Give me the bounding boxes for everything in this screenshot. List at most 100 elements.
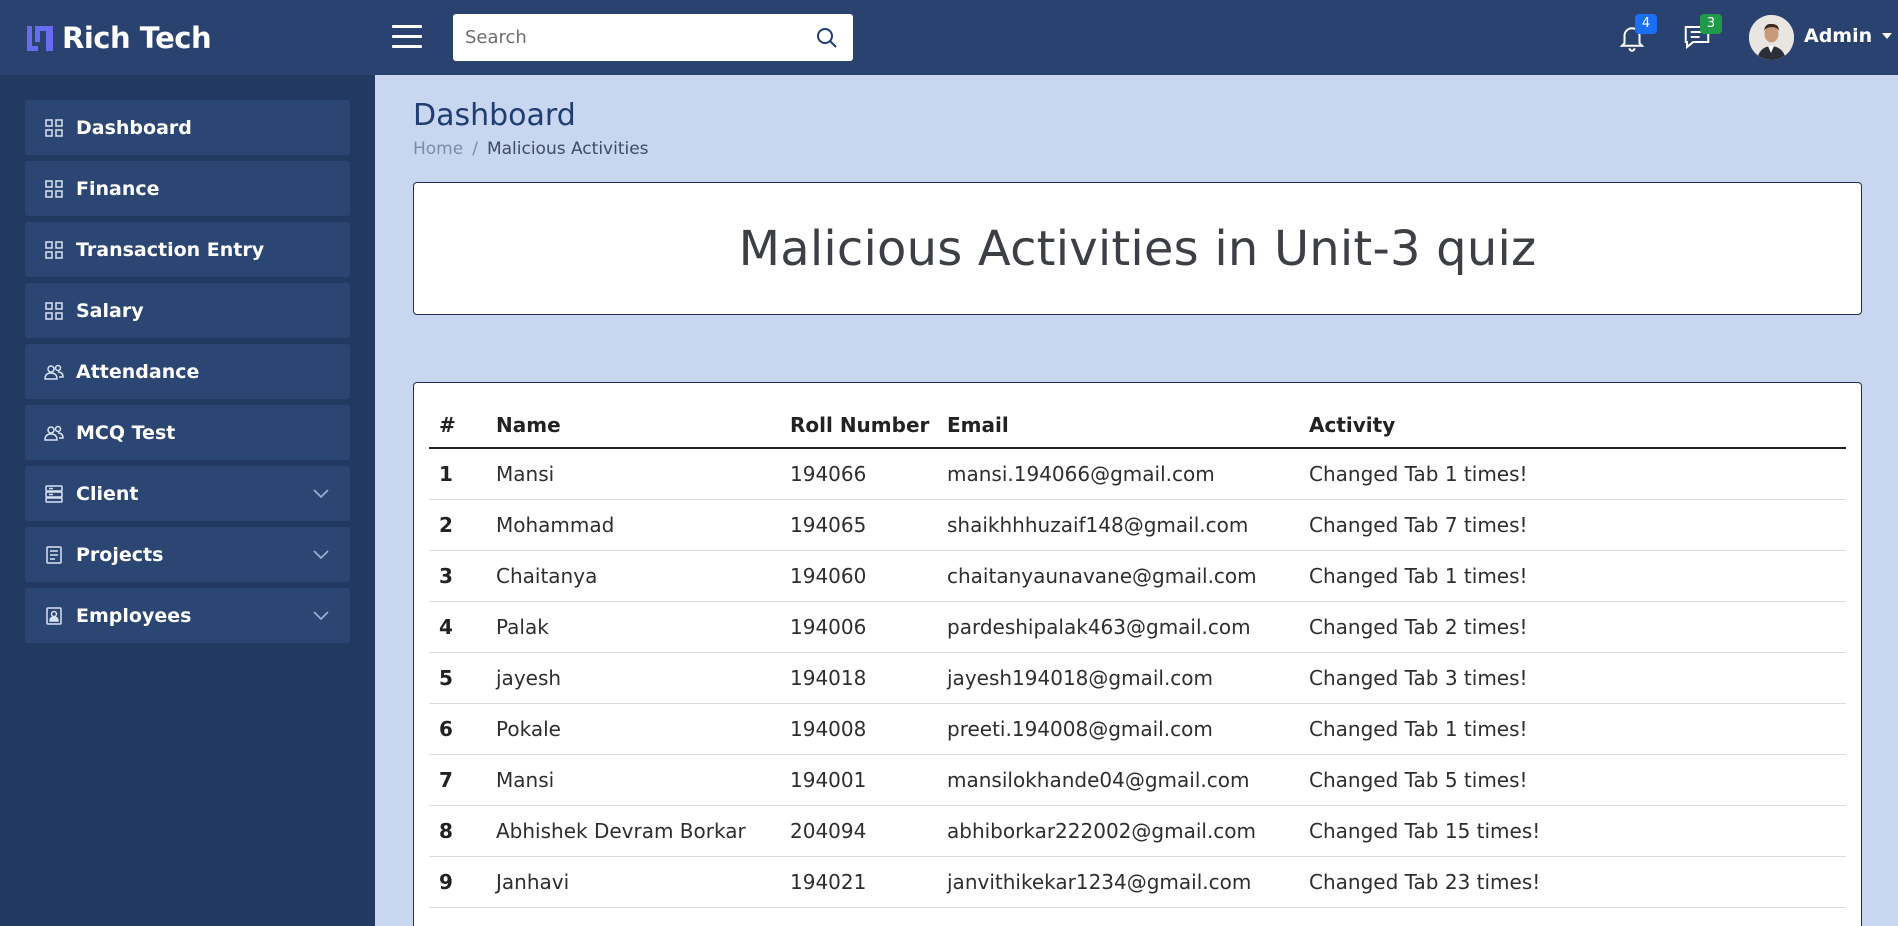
brand-logo[interactable]: Rich Tech xyxy=(24,18,212,58)
caret-down-icon xyxy=(1882,33,1893,39)
messages-badge: 3 xyxy=(1700,14,1722,34)
column-header-name: Name xyxy=(486,402,780,449)
users-icon xyxy=(44,364,64,380)
user-name: Admin xyxy=(1804,25,1873,47)
cell-roll-number: 194066 xyxy=(780,448,937,500)
sidebar-item-dashboard[interactable]: Dashboard xyxy=(25,100,350,155)
cell-email: chaitanyaunavane@gmail.com xyxy=(937,550,1299,602)
cell-name: Pokale xyxy=(486,703,780,755)
sidebar-item-projects[interactable]: Projects xyxy=(25,527,350,582)
cell-roll-number: 194008 xyxy=(780,703,937,755)
cell-email: jayesh194018@gmail.com xyxy=(937,652,1299,704)
sidebar-item-label: Transaction Entry xyxy=(76,238,265,261)
sidebar-item-label: Projects xyxy=(76,543,164,566)
table-body: 1 Mansi 194066 mansi.194066@gmail.com Change… xyxy=(429,448,1846,908)
cell-email: abhiborkar222002@gmail.com xyxy=(937,805,1299,857)
cell-roll-number: 194060 xyxy=(780,550,937,602)
brand-name: Rich Tech xyxy=(62,21,212,55)
activities-table-card: # Name Roll Number Email Activity 1 Mansi… xyxy=(413,382,1862,926)
server-icon xyxy=(45,484,63,503)
cell-roll-number: 194065 xyxy=(780,499,937,551)
sidebar-item-label: Finance xyxy=(76,177,160,200)
cell-roll-number: 204094 xyxy=(780,805,937,857)
column-header-activity: Activity xyxy=(1299,402,1846,449)
page-title: Dashboard xyxy=(413,98,576,133)
search-input[interactable] xyxy=(453,14,793,61)
sidebar-item-transaction-entry[interactable]: Transaction Entry xyxy=(25,222,350,277)
cell-roll-number: 194018 xyxy=(780,652,937,704)
users-icon xyxy=(44,425,64,441)
cell-activity: Changed Tab 1 times! xyxy=(1299,448,1846,500)
cell-email: janvithikekar1234@gmail.com xyxy=(937,856,1299,908)
messages-button[interactable]: 3 xyxy=(1682,14,1722,52)
activities-table: # Name Roll Number Email Activity 1 Mansi… xyxy=(429,402,1846,908)
cell-index: 5 xyxy=(429,652,486,704)
table-row: 3 Chaitanya 194060 chaitanyaunavane@gmail.c… xyxy=(429,550,1846,602)
document-icon xyxy=(46,545,62,564)
search-box xyxy=(453,14,853,61)
cell-index: 9 xyxy=(429,856,486,908)
sidebar-item-finance[interactable]: Finance xyxy=(25,161,350,216)
top-navbar: Rich Tech 4 3 xyxy=(0,0,1898,75)
menu-toggle-button[interactable] xyxy=(392,25,422,51)
cell-email: pardeshipalak463@gmail.com xyxy=(937,601,1299,653)
cell-name: Janhavi xyxy=(486,856,780,908)
sidebar-item-label: Salary xyxy=(76,299,144,322)
user-menu[interactable]: Admin xyxy=(1804,25,1893,47)
cell-activity: Changed Tab 2 times! xyxy=(1299,601,1846,653)
breadcrumb-current: Malicious Activities xyxy=(486,139,649,159)
sidebar-item-label: Client xyxy=(76,482,139,505)
cell-activity: Changed Tab 15 times! xyxy=(1299,805,1846,857)
chevron-down-icon xyxy=(313,611,329,621)
breadcrumb-home-link[interactable]: Home xyxy=(413,139,463,159)
sidebar-item-attendance[interactable]: Attendance xyxy=(25,344,350,399)
grid-icon xyxy=(45,179,63,198)
column-header-email: Email xyxy=(937,402,1299,449)
cell-index: 3 xyxy=(429,550,486,602)
table-row: 7 Mansi 194001 mansilokhande04@gmail.com Cha… xyxy=(429,754,1846,806)
cell-name: Mansi xyxy=(486,448,780,500)
sidebar-item-label: Employees xyxy=(76,604,192,627)
cell-name: Chaitanya xyxy=(486,550,780,602)
sidebar-item-client[interactable]: Client xyxy=(25,466,350,521)
cell-roll-number: 194006 xyxy=(780,601,937,653)
cell-name: Mohammad xyxy=(486,499,780,551)
sidebar-item-label: Dashboard xyxy=(76,116,192,139)
notifications-button[interactable]: 4 xyxy=(1617,14,1657,52)
table-row: 6 Pokale 194008 preeti.194008@gmail.com Chan… xyxy=(429,703,1846,755)
cell-index: 4 xyxy=(429,601,486,653)
sidebar-item-employees[interactable]: Employees xyxy=(25,588,350,643)
table-row: 1 Mansi 194066 mansi.194066@gmail.com Change… xyxy=(429,448,1846,500)
cell-activity: Changed Tab 3 times! xyxy=(1299,652,1846,704)
notifications-badge: 4 xyxy=(1635,14,1657,34)
cell-name: jayesh xyxy=(486,652,780,704)
sidebar: Dashboard Finance Transaction Entry Sala… xyxy=(0,75,375,926)
cell-index: 8 xyxy=(429,805,486,857)
cell-name: Abhishek Devram Borkar xyxy=(486,805,780,857)
avatar[interactable] xyxy=(1749,15,1794,60)
sidebar-item-salary[interactable]: Salary xyxy=(25,283,350,338)
cell-activity: Changed Tab 23 times! xyxy=(1299,856,1846,908)
user-avatar-icon xyxy=(1749,15,1794,60)
sidebar-item-mcq-test[interactable]: MCQ Test xyxy=(25,405,350,460)
hamburger-line xyxy=(392,35,422,38)
cell-roll-number: 194001 xyxy=(780,754,937,806)
sidebar-item-label: Attendance xyxy=(76,360,200,383)
grid-icon xyxy=(45,301,63,320)
cell-email: shaikhhhuzaif148@gmail.com xyxy=(937,499,1299,551)
breadcrumb-separator: / xyxy=(472,139,478,159)
table-row: 4 Palak 194006 pardeshipalak463@gmail.com Ch… xyxy=(429,601,1846,653)
table-row: 5 jayesh 194018 jayesh194018@gmail.com Chang… xyxy=(429,652,1846,704)
heading-card: Malicious Activities in Unit-3 quiz xyxy=(413,182,1862,315)
table-row: 2 Mohammad 194065 shaikhhhuzaif148@gmail.co… xyxy=(429,499,1846,551)
cell-index: 2 xyxy=(429,499,486,551)
cell-email: mansi.194066@gmail.com xyxy=(937,448,1299,500)
cell-activity: Changed Tab 1 times! xyxy=(1299,703,1846,755)
table-header-row: # Name Roll Number Email Activity xyxy=(429,402,1846,449)
table-row: 8 Abhishek Devram Borkar 204094 abhiborkar2… xyxy=(429,805,1846,857)
sidebar-item-label: MCQ Test xyxy=(76,421,176,444)
search-icon[interactable] xyxy=(815,26,839,50)
cell-roll-number: 194021 xyxy=(780,856,937,908)
grid-icon xyxy=(45,118,63,137)
cell-email: preeti.194008@gmail.com xyxy=(937,703,1299,755)
